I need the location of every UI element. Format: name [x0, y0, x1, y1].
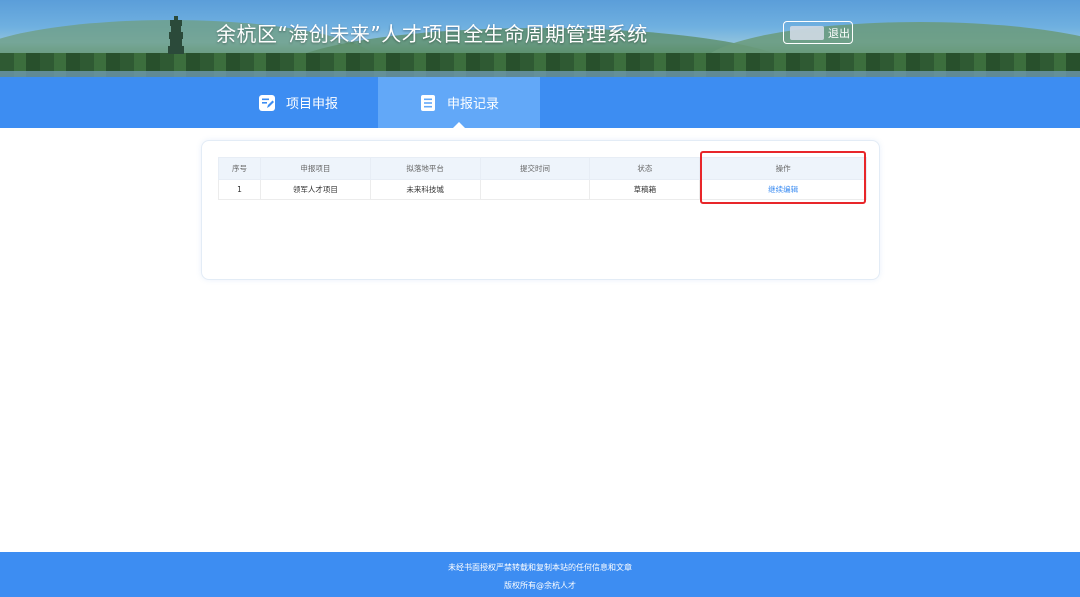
table-header-row: 序号 申报项目 拟落地平台 提交时间 状态 操作	[218, 157, 867, 180]
column-header: 操作	[699, 157, 867, 180]
continue-edit-link[interactable]: 继续编辑	[768, 185, 798, 194]
active-tab-caret	[453, 122, 465, 128]
cell-project: 领军人才项目	[259, 179, 371, 200]
records-card: 序号 申报项目 拟落地平台 提交时间 状态 操作 1 领军人才项目 未来科技城 …	[201, 140, 880, 280]
cell-submitted	[479, 179, 591, 200]
cell-platform: 未来科技城	[369, 179, 481, 200]
header-banner: 余杭区“海创未来”人才项目全生命周期管理系统 退出	[0, 0, 1080, 77]
logout-button[interactable]: 退出	[828, 25, 850, 41]
cell-status: 草稿箱	[589, 179, 701, 200]
tab-label: 申报记录	[446, 97, 499, 112]
footer-notice: 未经书面授权严禁转载和复制本站的任何信息和文章	[448, 563, 632, 572]
username-blurred	[790, 25, 824, 40]
cell-action: 继续编辑	[699, 179, 867, 200]
tab-project-apply[interactable]: 项目申报	[218, 77, 378, 128]
column-header: 状态	[589, 157, 701, 180]
list-doc-icon	[419, 94, 437, 112]
column-header: 序号	[218, 157, 261, 180]
column-header: 申报项目	[259, 157, 371, 180]
pagoda-icon	[168, 16, 184, 54]
table-row: 1 领军人才项目 未来科技城 草稿箱 继续编辑	[218, 179, 867, 200]
footer-copyright: 版权所有@余杭人才	[504, 581, 576, 590]
page-title: 余杭区“海创未来”人才项目全生命周期管理系统	[216, 22, 648, 46]
records-table: 序号 申报项目 拟落地平台 提交时间 状态 操作 1 领军人才项目 未来科技城 …	[218, 157, 867, 200]
tab-label: 项目申报	[285, 97, 338, 112]
edit-doc-icon	[258, 94, 276, 112]
cell-index: 1	[218, 179, 261, 200]
tab-apply-records[interactable]: 申报记录	[378, 77, 540, 128]
page: 余杭区“海创未来”人才项目全生命周期管理系统 退出 项目申报 申报记录 序号 申…	[0, 0, 1080, 597]
nav-bar: 项目申报 申报记录	[0, 77, 1080, 128]
user-box[interactable]: 退出	[783, 21, 853, 44]
footer: 未经书面授权严禁转载和复制本站的任何信息和文章 版权所有@余杭人才	[0, 552, 1080, 597]
column-header: 提交时间	[479, 157, 591, 180]
column-header: 拟落地平台	[369, 157, 481, 180]
